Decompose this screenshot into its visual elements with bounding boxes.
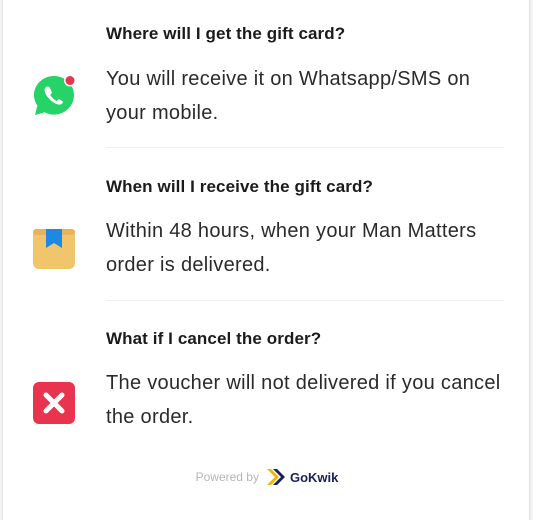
faq-answer: Within 48 hours, when your Man Matters o… [106, 220, 477, 276]
gokwik-brand-name: GoKwik [289, 469, 339, 485]
divider [106, 147, 504, 148]
faq-answer: You will receive it on Whatsapp/SMS on y… [106, 68, 471, 124]
faq-panel: Where will I get the gift card? You will… [2, 0, 530, 520]
powered-by-footer: Powered by GoKwik [3, 462, 531, 492]
faq-question: When will I receive the gift card? [106, 177, 373, 196]
package-icon [31, 226, 77, 272]
faq-question: What if I cancel the order? [106, 329, 322, 348]
cancel-x-icon [31, 380, 77, 426]
gokwik-chevron-icon [266, 469, 285, 485]
divider [106, 300, 504, 301]
faq-answer: The voucher will not delivered if you ca… [106, 372, 501, 428]
faq-question: Where will I get the gift card? [106, 24, 346, 43]
powered-by-label: Powered by [195, 470, 259, 484]
whatsapp-icon [31, 73, 77, 119]
gokwik-logo: GoKwik [265, 466, 338, 488]
